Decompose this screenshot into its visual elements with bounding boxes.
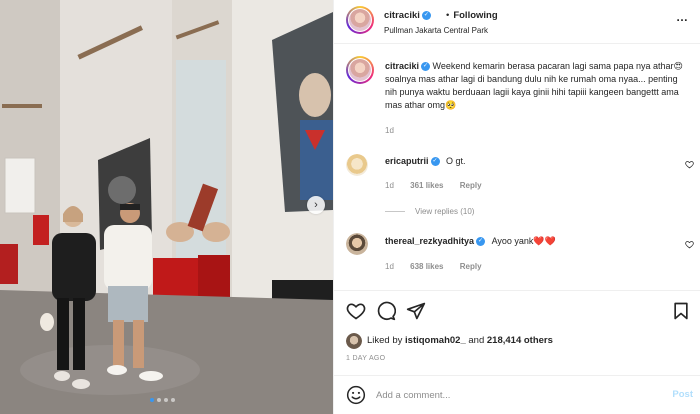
next-slide-button[interactable]: › bbox=[307, 196, 325, 214]
comment-username[interactable]: ericaputrii bbox=[385, 156, 429, 166]
carousel-dot bbox=[150, 398, 154, 402]
carousel-dots bbox=[150, 398, 175, 402]
post-photo[interactable]: › bbox=[0, 0, 333, 414]
caption-username[interactable]: citraciki bbox=[385, 61, 419, 71]
liker-username[interactable]: istiqomah02_ bbox=[405, 335, 466, 346]
post-actions: Liked by istiqomah02_ and 218,414 others… bbox=[334, 290, 700, 412]
verified-badge-icon: ✓ bbox=[430, 157, 440, 167]
carousel-dot bbox=[164, 398, 168, 402]
author-avatar[interactable] bbox=[346, 6, 374, 34]
instagram-post: › citraciki ✓ • Following Pullman Jakarta … bbox=[0, 0, 700, 414]
comment-avatar[interactable] bbox=[346, 233, 368, 255]
comment-likes[interactable]: 638 likes bbox=[410, 262, 443, 271]
follow-status[interactable]: • Following bbox=[446, 10, 498, 21]
verified-badge-icon: ✓ bbox=[421, 62, 431, 72]
comment-like-heart-icon[interactable] bbox=[685, 160, 694, 169]
likes-summary: Liked by istiqomah02_ and 218,414 others bbox=[367, 335, 553, 346]
comment-body: Ayoo yank❤️❤️ bbox=[491, 236, 556, 246]
caption-avatar[interactable] bbox=[346, 56, 374, 84]
share-icon[interactable] bbox=[406, 301, 426, 321]
comment-time[interactable]: 1d bbox=[385, 181, 394, 190]
photo-scene bbox=[0, 0, 333, 414]
verified-badge-icon: ✓ bbox=[421, 10, 431, 20]
caption-meta: 1d bbox=[385, 126, 408, 135]
comment-reply-button[interactable]: Reply bbox=[460, 181, 482, 190]
comment-username[interactable]: thereal_rezkyadhitya bbox=[385, 236, 474, 246]
like-heart-icon[interactable] bbox=[346, 301, 366, 321]
comment-meta: 1d 361 likes Reply bbox=[385, 181, 496, 190]
comment-input[interactable] bbox=[376, 386, 646, 404]
author-username[interactable]: citraciki ✓ bbox=[384, 10, 431, 21]
caption-time[interactable]: 1d bbox=[385, 126, 394, 135]
add-comment-bar: Post bbox=[334, 375, 700, 413]
carousel-dot bbox=[157, 398, 161, 402]
liker-avatar[interactable] bbox=[346, 333, 362, 349]
post-date[interactable]: 1 DAY AGO bbox=[346, 355, 385, 362]
comment-like-heart-icon[interactable] bbox=[685, 240, 694, 249]
bookmark-icon[interactable] bbox=[671, 301, 691, 321]
comment: thereal_rezkyadhitya ✓ Ayoo yank❤️❤️ bbox=[385, 236, 556, 247]
post-comment-button[interactable]: Post bbox=[672, 389, 693, 400]
comment-avatar[interactable] bbox=[346, 154, 368, 176]
caption-text: Weekend kemarin berasa pacaran lagi sama… bbox=[385, 61, 683, 110]
comment-meta: 1d 638 likes Reply bbox=[385, 262, 496, 271]
comment-time[interactable]: 1d bbox=[385, 262, 394, 271]
comment-body: O gt. bbox=[446, 156, 466, 166]
comment-icon[interactable] bbox=[376, 301, 396, 321]
comment: ericaputrii ✓ O gt. bbox=[385, 156, 466, 167]
post-side-panel: citraciki ✓ • Following Pullman Jakarta Ce… bbox=[333, 0, 700, 414]
more-options-icon[interactable]: … bbox=[676, 10, 689, 24]
verified-badge-icon: ✓ bbox=[476, 237, 486, 247]
replies-divider bbox=[385, 211, 405, 213]
post-caption: citraciki ✓ Weekend kemarin berasa pacara… bbox=[385, 60, 685, 112]
carousel-dot bbox=[171, 398, 175, 402]
comment-likes[interactable]: 361 likes bbox=[410, 181, 443, 190]
post-header: citraciki ✓ • Following Pullman Jakarta Ce… bbox=[334, 0, 700, 44]
comment-reply-button[interactable]: Reply bbox=[460, 262, 482, 271]
likes-count[interactable]: 218,414 others bbox=[487, 335, 553, 346]
view-replies-button[interactable]: View replies (10) bbox=[385, 207, 474, 216]
emoji-icon[interactable] bbox=[346, 385, 366, 405]
post-location[interactable]: Pullman Jakarta Central Park bbox=[384, 26, 488, 35]
